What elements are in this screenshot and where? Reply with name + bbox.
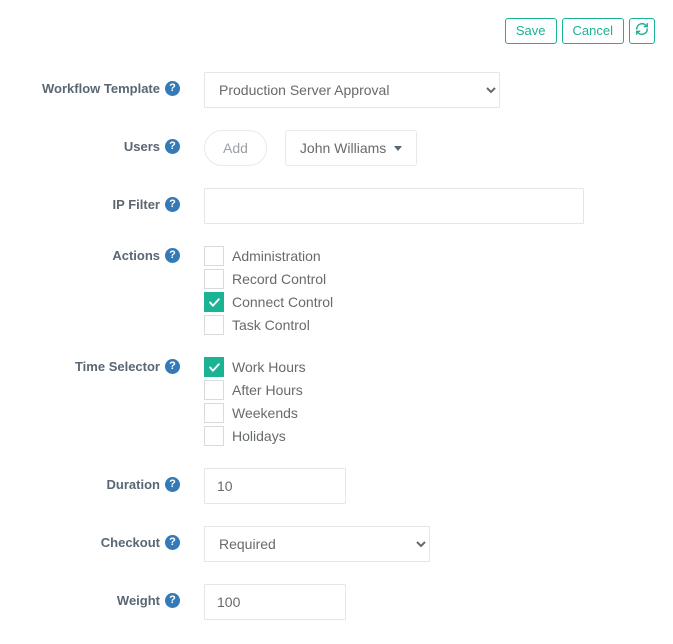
help-icon[interactable]: ? — [165, 535, 180, 550]
row-time-selector: Time Selector ? Work Hours After Hours W… — [18, 357, 655, 446]
time-selector-checklist: Work Hours After Hours Weekends Holidays — [204, 357, 306, 446]
label-duration: Duration ? — [18, 468, 190, 492]
ip-filter-input[interactable] — [204, 188, 584, 224]
label-actions: Actions ? — [18, 246, 190, 263]
label-text: IP Filter — [113, 197, 160, 212]
checkbox-label: Connect Control — [232, 294, 333, 310]
label-weight: Weight ? — [18, 584, 190, 608]
row-ip-filter: IP Filter ? — [18, 188, 655, 224]
row-checkout: Checkout ? Required — [18, 526, 655, 562]
label-text: Time Selector — [75, 359, 160, 374]
help-icon[interactable]: ? — [165, 139, 180, 154]
label-ip-filter: IP Filter ? — [18, 188, 190, 212]
checkbox-label: Administration — [232, 248, 321, 264]
checkbox[interactable] — [204, 403, 224, 423]
label-text: Users — [124, 139, 160, 154]
time-item: Holidays — [204, 426, 306, 446]
help-icon[interactable]: ? — [165, 593, 180, 608]
save-button[interactable]: Save — [505, 18, 557, 44]
refresh-button[interactable] — [629, 18, 655, 44]
checkout-select[interactable]: Required — [204, 526, 430, 562]
checkbox-label: Task Control — [232, 317, 310, 333]
caret-down-icon — [394, 146, 402, 151]
action-item: Task Control — [204, 315, 333, 335]
checkbox-label: Work Hours — [232, 359, 306, 375]
add-user-button[interactable]: Add — [204, 130, 267, 166]
checkbox[interactable] — [204, 357, 224, 377]
checkbox[interactable] — [204, 315, 224, 335]
label-text: Workflow Template — [42, 81, 160, 96]
label-text: Actions — [112, 248, 160, 263]
label-checkout: Checkout ? — [18, 526, 190, 550]
weight-input[interactable] — [204, 584, 346, 620]
help-icon[interactable]: ? — [165, 248, 180, 263]
cancel-button[interactable]: Cancel — [562, 18, 624, 44]
top-action-bar: Save Cancel — [18, 18, 655, 44]
action-item: Connect Control — [204, 292, 333, 312]
row-duration: Duration ? — [18, 468, 655, 504]
checkbox-label: Weekends — [232, 405, 298, 421]
checkbox-label: Record Control — [232, 271, 326, 287]
help-icon[interactable]: ? — [165, 197, 180, 212]
checkbox[interactable] — [204, 426, 224, 446]
checkbox[interactable] — [204, 292, 224, 312]
time-item: Weekends — [204, 403, 306, 423]
row-workflow-template: Workflow Template ? Production Server Ap… — [18, 72, 655, 108]
user-dropdown[interactable]: John Williams — [285, 130, 417, 166]
action-item: Record Control — [204, 269, 333, 289]
row-users: Users ? Add John Williams — [18, 130, 655, 166]
help-icon[interactable]: ? — [165, 81, 180, 96]
label-text: Checkout — [101, 535, 160, 550]
help-icon[interactable]: ? — [165, 359, 180, 374]
label-time-selector: Time Selector ? — [18, 357, 190, 374]
label-workflow-template: Workflow Template ? — [18, 72, 190, 96]
refresh-icon — [635, 22, 649, 40]
row-actions: Actions ? Administration Record Control … — [18, 246, 655, 335]
label-text: Weight — [117, 593, 160, 608]
workflow-template-select[interactable]: Production Server Approval — [204, 72, 500, 108]
time-item: Work Hours — [204, 357, 306, 377]
action-item: Administration — [204, 246, 333, 266]
duration-input[interactable] — [204, 468, 346, 504]
checkbox[interactable] — [204, 246, 224, 266]
checkbox-label: After Hours — [232, 382, 303, 398]
label-users: Users ? — [18, 130, 190, 154]
user-dropdown-label: John Williams — [300, 140, 386, 156]
time-item: After Hours — [204, 380, 306, 400]
row-weight: Weight ? — [18, 584, 655, 620]
checkbox[interactable] — [204, 380, 224, 400]
actions-checklist: Administration Record Control Connect Co… — [204, 246, 333, 335]
checkbox[interactable] — [204, 269, 224, 289]
label-text: Duration — [107, 477, 160, 492]
checkbox-label: Holidays — [232, 428, 286, 444]
help-icon[interactable]: ? — [165, 477, 180, 492]
